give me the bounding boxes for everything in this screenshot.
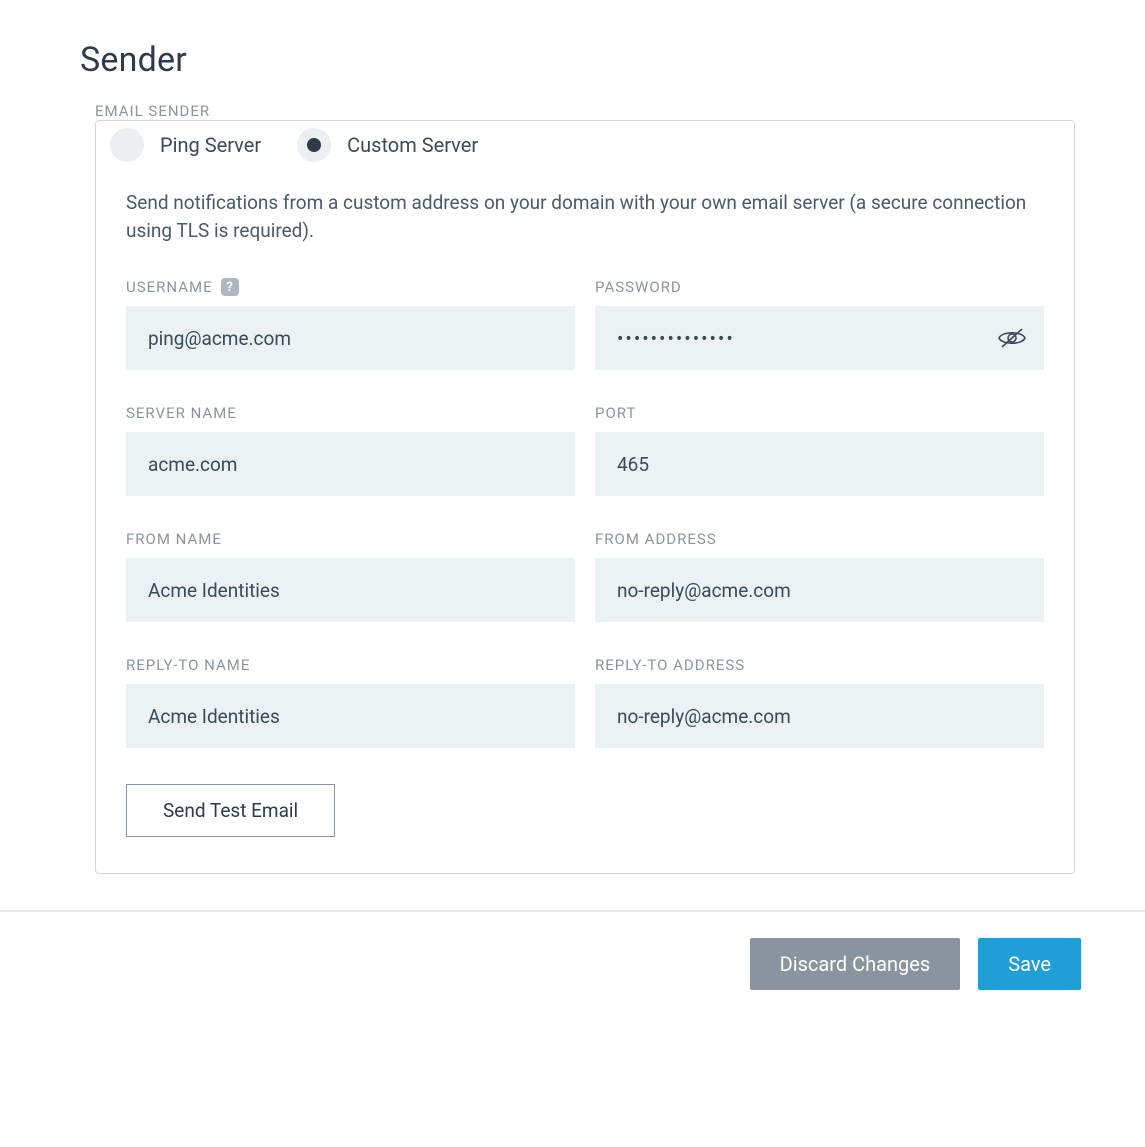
from-name-block: FROM NAME: [126, 530, 575, 622]
save-button[interactable]: Save: [978, 938, 1081, 990]
from-name-input[interactable]: [126, 558, 575, 622]
custom-server-fieldset: Send notifications from a custom address…: [95, 120, 1075, 874]
radio-custom-server[interactable]: Custom Server: [297, 128, 478, 162]
email-sender-radio-group: Ping Server Custom Server: [110, 128, 490, 162]
radio-ping-label: Ping Server: [160, 133, 261, 157]
section-description: Send notifications from a custom address…: [126, 189, 1044, 244]
page-title: Sender: [80, 40, 1075, 80]
username-input[interactable]: [126, 306, 575, 370]
footer-actions: Discard Changes Save: [80, 938, 1081, 990]
discard-changes-button[interactable]: Discard Changes: [750, 938, 961, 990]
from-name-label: FROM NAME: [126, 530, 222, 548]
password-label: PASSWORD: [595, 278, 682, 296]
server-name-input[interactable]: [126, 432, 575, 496]
port-label: PORT: [595, 404, 636, 422]
password-block: PASSWORD: [595, 278, 1044, 370]
password-input[interactable]: [595, 306, 1044, 370]
username-block: USERNAME ?: [126, 278, 575, 370]
toggle-password-visibility-button[interactable]: [994, 320, 1030, 356]
radio-selected-dot: [307, 138, 321, 152]
reply-to-name-input[interactable]: [126, 684, 575, 748]
from-address-input[interactable]: [595, 558, 1044, 622]
reply-to-name-label: REPLY-TO NAME: [126, 656, 250, 674]
help-icon[interactable]: ?: [221, 278, 239, 296]
send-test-email-button[interactable]: Send Test Email: [126, 784, 335, 837]
username-label: USERNAME: [126, 278, 213, 296]
section-label: EMAIL SENDER: [95, 102, 210, 120]
reply-to-address-block: REPLY-TO ADDRESS: [595, 656, 1044, 748]
from-address-block: FROM ADDRESS: [595, 530, 1044, 622]
server-name-label: SERVER NAME: [126, 404, 237, 422]
from-address-label: FROM ADDRESS: [595, 530, 717, 548]
server-name-block: SERVER NAME: [126, 404, 575, 496]
reply-to-address-input[interactable]: [595, 684, 1044, 748]
radio-ping-server[interactable]: Ping Server: [110, 128, 261, 162]
reply-to-address-label: REPLY-TO ADDRESS: [595, 656, 745, 674]
reply-to-name-block: REPLY-TO NAME: [126, 656, 575, 748]
port-input[interactable]: [595, 432, 1044, 496]
radio-icon: [297, 128, 331, 162]
radio-custom-label: Custom Server: [347, 133, 478, 157]
port-block: PORT: [595, 404, 1044, 496]
radio-icon: [110, 128, 144, 162]
eye-off-icon: [997, 327, 1027, 349]
divider: [0, 910, 1145, 912]
